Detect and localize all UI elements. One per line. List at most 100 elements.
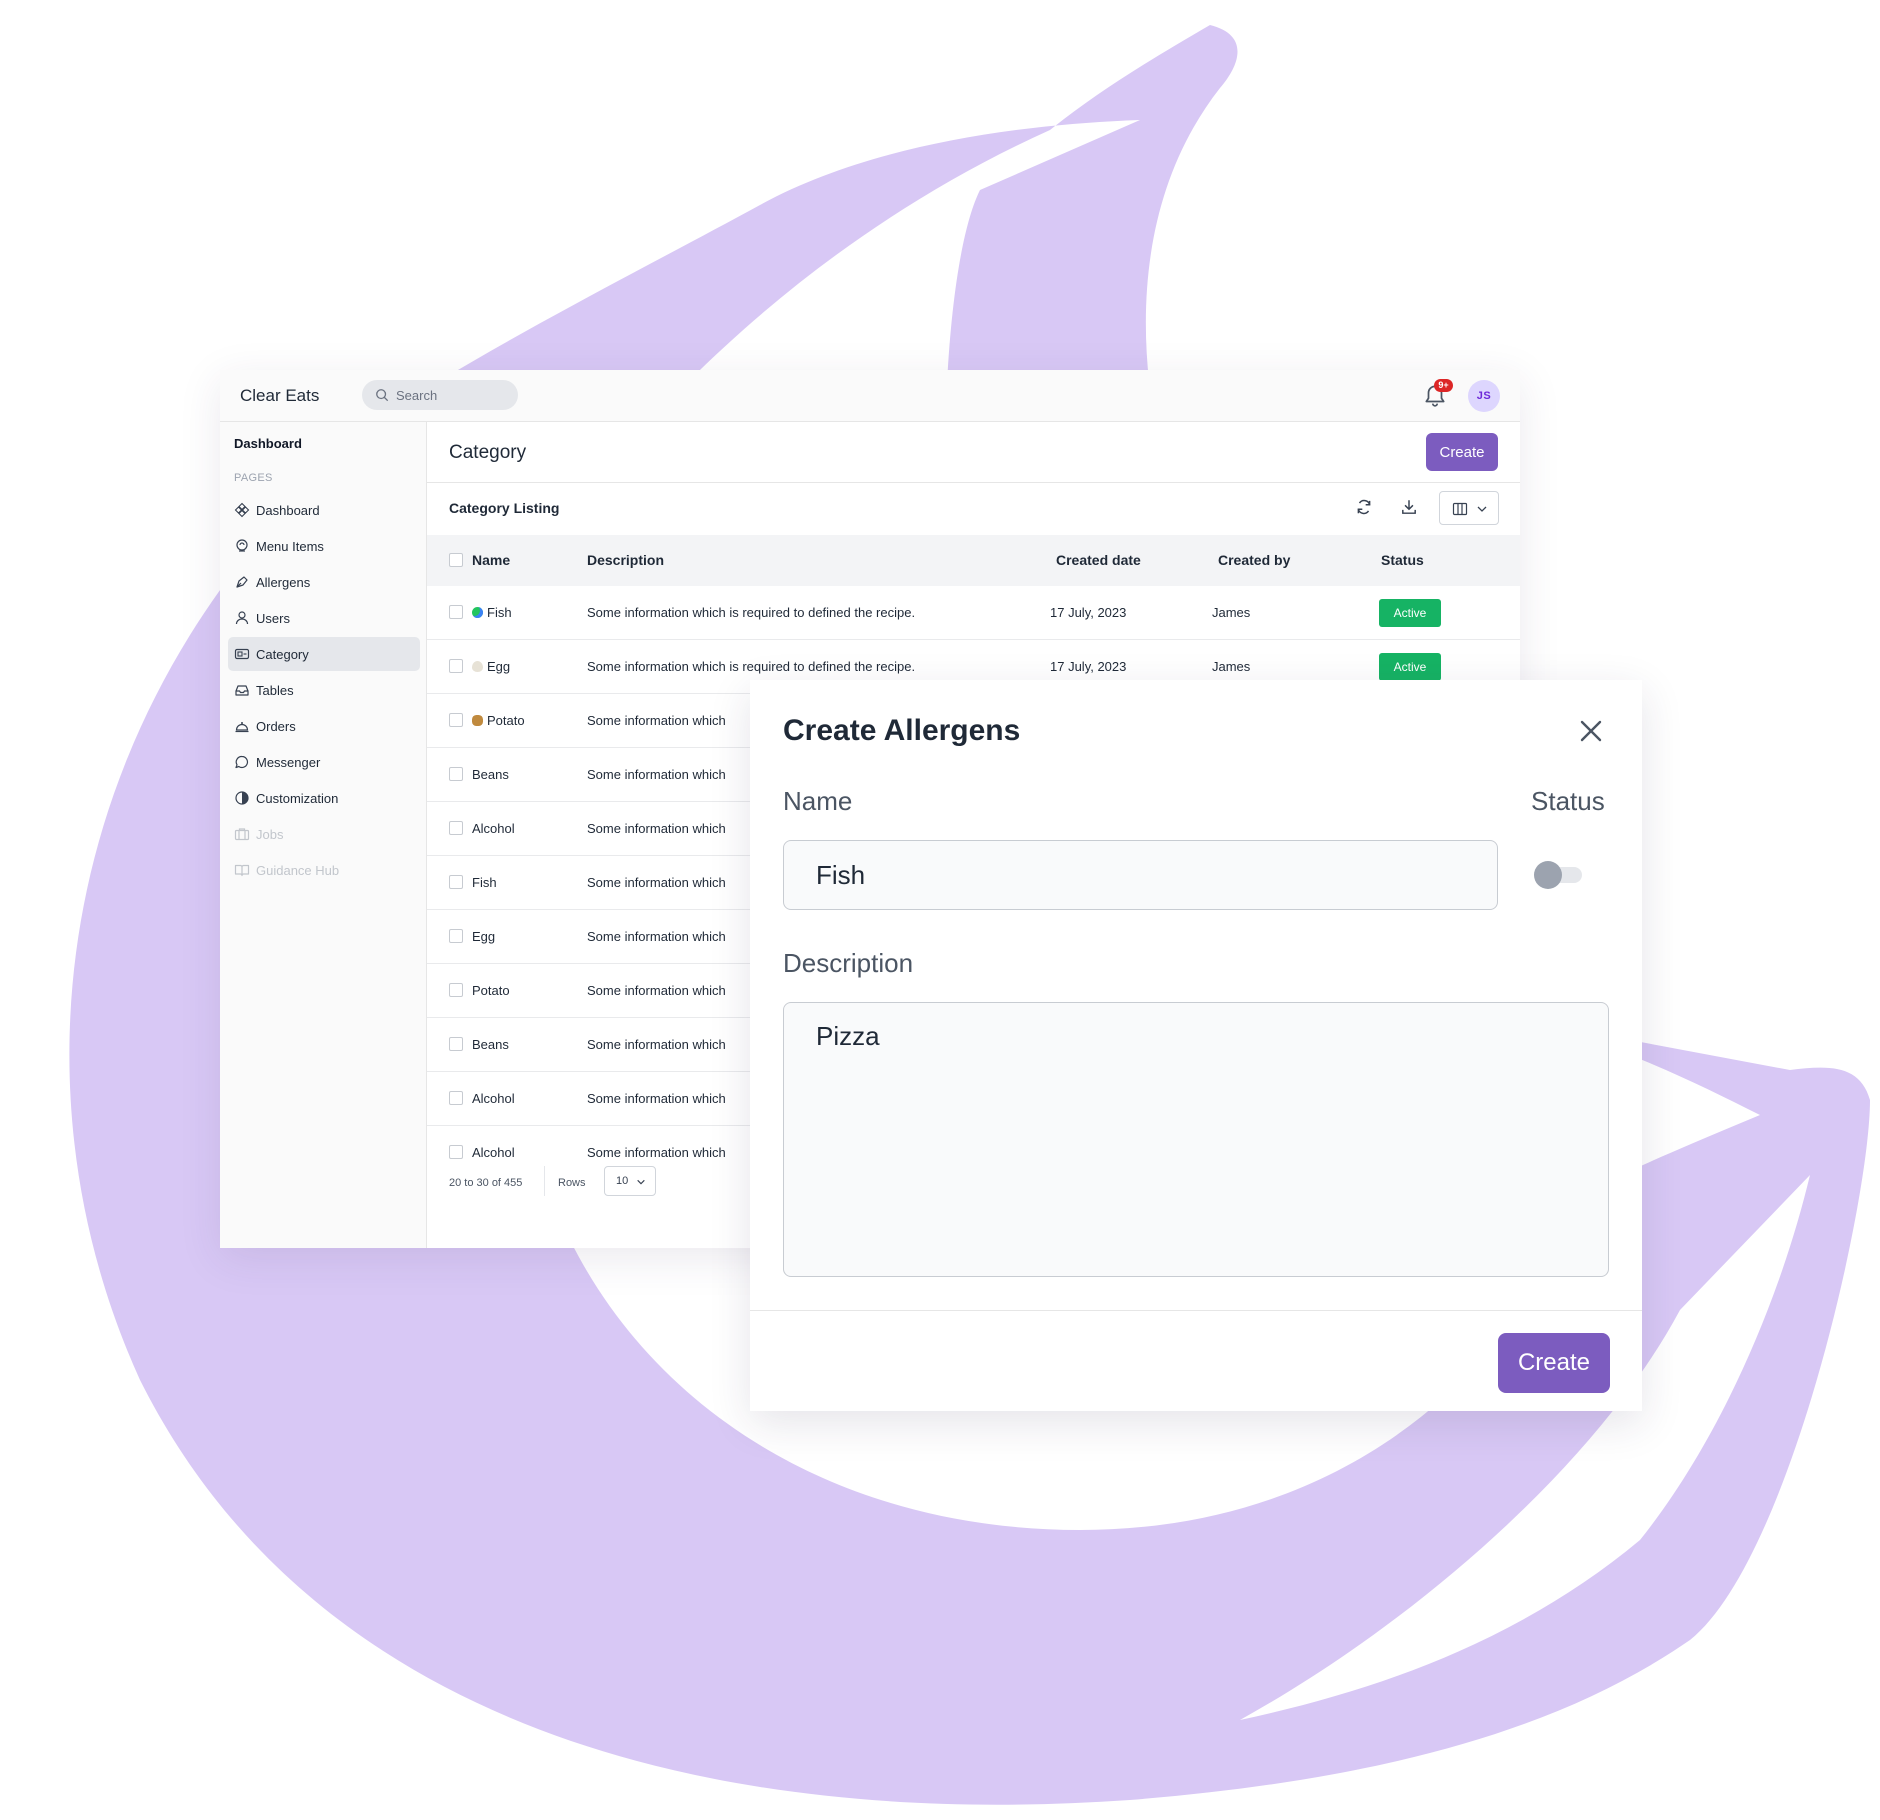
sidebar-item-label: Category [256,647,309,662]
name-field[interactable] [783,840,1498,910]
name-field-label: Name [783,786,853,816]
book-icon [234,864,250,877]
row-created-date: 17 July, 2023 [1050,605,1127,620]
egg-emoji-icon [472,661,483,672]
row-checkbox[interactable] [449,767,463,781]
row-checkbox[interactable] [449,1091,463,1105]
row-name: Fish [472,605,512,620]
search-input[interactable]: Search [362,380,518,410]
row-checkbox[interactable] [449,605,463,619]
row-name: Alcohol [472,1145,515,1160]
user-icon [235,611,249,625]
pen-tool-icon [236,576,248,588]
fish-emoji-icon [472,607,483,618]
row-description: Some information which [587,821,726,836]
column-header-created-by[interactable]: Created by [1218,552,1290,568]
toggle-knob [1534,861,1562,889]
row-checkbox[interactable] [449,1145,463,1159]
description-field[interactable]: Pizza [783,1002,1609,1277]
sidebar-item-label: Dashboard [256,503,320,518]
row-checkbox[interactable] [449,929,463,943]
sidebar: Dashboard PAGES Dashboard Menu Items All… [220,422,427,1248]
create-allergens-modal: Create Allergens Name Status Description… [750,680,1642,1411]
sidebar-item-label: Users [256,611,290,626]
row-name: Potato [472,713,525,728]
row-name: Egg [472,929,496,944]
sidebar-section-label: PAGES [234,472,273,484]
row-name: Alcohol [472,821,515,836]
sidebar-item-label: Tables [256,683,294,698]
page-title: Category [449,442,527,463]
briefcase-icon [234,828,250,841]
select-all-checkbox[interactable] [449,553,463,567]
search-icon [376,389,389,402]
row-description: Some information which is required to de… [587,659,916,674]
download-icon[interactable] [1400,498,1418,516]
row-description: Some information which [587,1091,726,1106]
column-header-status[interactable]: Status [1381,552,1424,568]
notification-badge: 9+ [1434,379,1453,392]
sidebar-item-label: Messenger [256,755,321,770]
row-name: Fish [472,875,497,890]
row-name: Egg [472,659,510,674]
description-field-label: Description [783,948,914,978]
row-checkbox[interactable] [449,821,463,835]
avatar[interactable]: JS [1468,380,1500,412]
row-name: Potato [472,983,510,998]
rows-per-page-value: 10 [616,1175,629,1187]
sidebar-item-orders[interactable]: Orders [228,709,420,743]
half-circle-icon [235,791,249,805]
sidebar-item-label: Jobs [256,827,284,842]
tag-card-icon [234,648,250,660]
sidebar-item-dashboard[interactable]: Dashboard [228,493,420,527]
row-checkbox[interactable] [449,713,463,727]
row-description: Some information which is required to de… [587,605,916,620]
close-icon[interactable] [1576,716,1606,746]
status-badge: Active [1379,599,1441,627]
sidebar-item-label: Orders [256,719,296,734]
column-header-created-date[interactable]: Created date [1056,552,1141,568]
create-button[interactable]: Create [1426,433,1498,471]
sidebar-item-tables[interactable]: Tables [228,673,420,707]
table-row[interactable]: Fish Some information which is required … [427,586,1520,640]
table-header: Name Description Created date Created by… [427,535,1520,586]
rows-label: Rows [558,1177,586,1189]
sidebar-item-label: Menu Items [256,539,324,554]
sidebar-heading[interactable]: Dashboard [234,436,302,451]
sidebar-item-category[interactable]: Category [228,637,420,671]
sidebar-item-customization[interactable]: Customization [228,781,420,815]
brand-logo-text: Clear Eats [240,386,320,405]
column-header-description[interactable]: Description [587,552,664,568]
columns-toggle-button[interactable] [1439,491,1499,525]
row-description: Some information which [587,1037,726,1052]
cloche-icon [235,722,249,733]
row-created-by: James [1212,659,1251,674]
status-toggle[interactable] [1534,861,1584,889]
row-checkbox[interactable] [449,875,463,889]
row-checkbox[interactable] [449,659,463,673]
row-name: Beans [472,1037,509,1052]
row-description: Some information which [587,929,726,944]
row-name: Beans [472,767,509,782]
sidebar-item-messenger[interactable]: Messenger [228,745,420,779]
status-field-label: Status [1531,786,1605,816]
listing-title: Category Listing [449,500,560,516]
row-name: Alcohol [472,1091,515,1106]
row-name-text: Egg [487,659,511,674]
sidebar-item-jobs[interactable]: Jobs [228,817,420,851]
top-bar: Clear Eats Search 9+ JS [220,370,1520,422]
row-created-date: 17 July, 2023 [1050,659,1127,674]
sidebar-item-menu-items[interactable]: Menu Items [228,529,420,563]
column-header-name[interactable]: Name [472,552,510,568]
divider [427,482,1520,483]
inbox-tray-icon [235,685,249,696]
rows-per-page-select[interactable]: 10 [604,1166,656,1196]
row-description: Some information which [587,767,726,782]
row-checkbox[interactable] [449,983,463,997]
row-checkbox[interactable] [449,1037,463,1051]
modal-create-button[interactable]: Create [1498,1333,1610,1393]
sidebar-item-allergens[interactable]: Allergens [228,565,420,599]
sidebar-item-users[interactable]: Users [228,601,420,635]
sidebar-item-guidance-hub[interactable]: Guidance Hub [228,853,420,887]
refresh-icon[interactable] [1355,498,1373,516]
